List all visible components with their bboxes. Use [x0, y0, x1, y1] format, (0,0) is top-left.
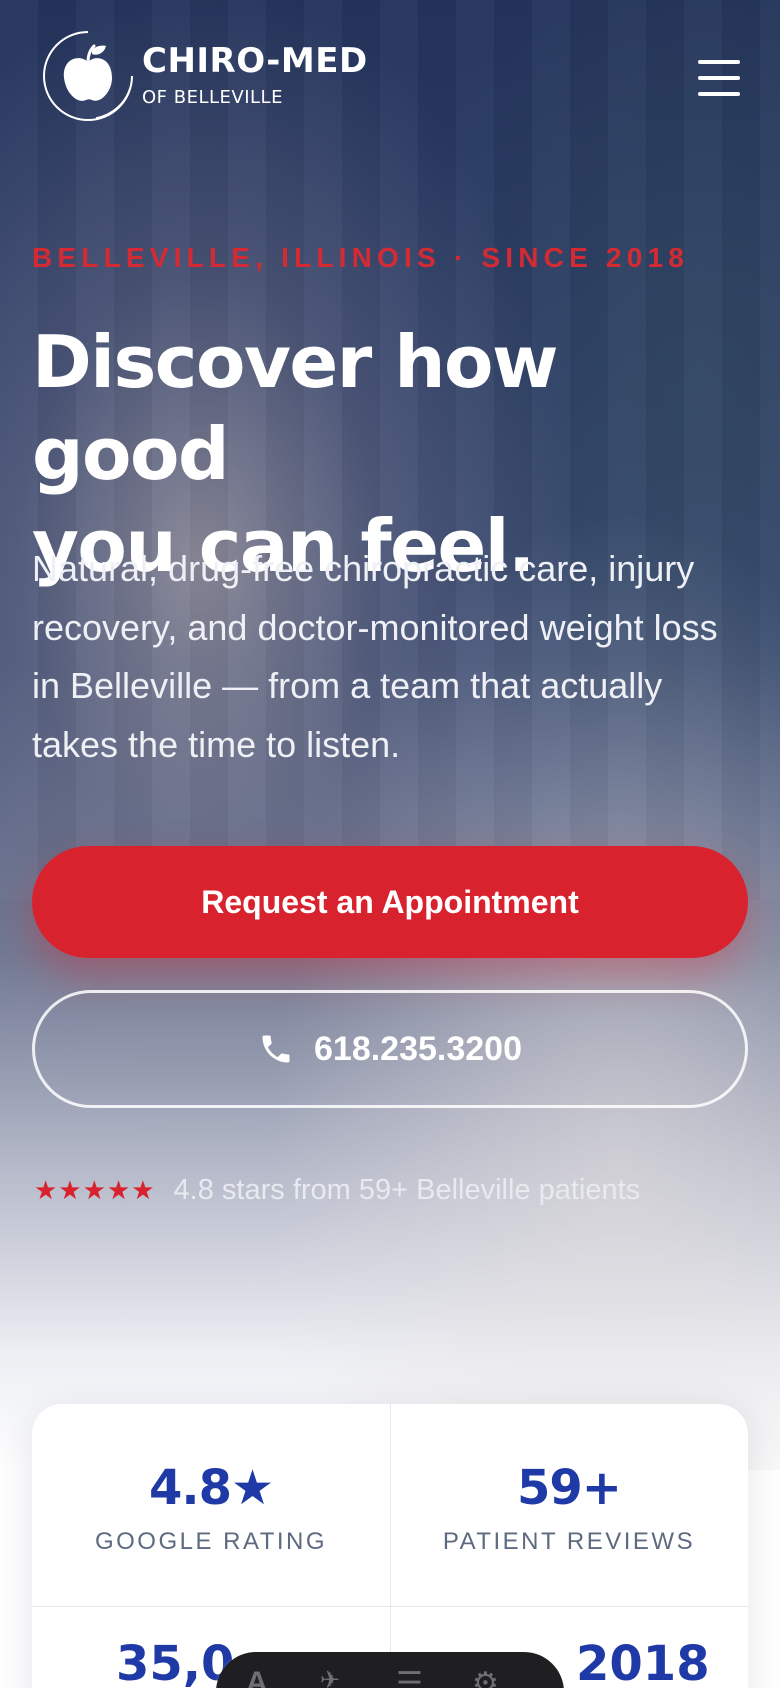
rating-summary: ★★★★★ 4.8 stars from 59+ Belleville pati…	[34, 1174, 640, 1207]
tabs-icon[interactable]: ☰	[396, 1666, 423, 1688]
apple-logo-icon	[40, 28, 136, 124]
logo-title: CHIRO-MED	[142, 41, 368, 81]
request-appointment-label: Request an Appointment	[201, 883, 579, 920]
stats-divider-horizontal	[32, 1606, 748, 1607]
phone-number: 618.235.3200	[314, 1029, 522, 1068]
call-phone-button[interactable]: 618.235.3200	[32, 990, 748, 1108]
request-appointment-button[interactable]: Request an Appointment	[32, 846, 748, 958]
stat-value: 4.8★	[148, 1460, 274, 1516]
stat-label: PATIENT REVIEWS	[442, 1528, 696, 1555]
stat-google-rating: 4.8★ GOOGLE RATING	[32, 1404, 390, 1606]
headline-line-1: Discover how good	[32, 320, 559, 496]
text-size-icon[interactable]: A	[246, 1666, 268, 1688]
phone-icon	[262, 1035, 290, 1063]
stat-patient-reviews: 59+ PATIENT REVIEWS	[390, 1404, 748, 1606]
hero-description: Natural, drug-free chiropractic care, in…	[32, 548, 718, 765]
page: CHIRO-MED OF BELLEVILLE BELLEVILLE, ILLI…	[0, 0, 780, 1688]
star-rating-icon: ★★★★★	[34, 1175, 156, 1205]
stat-value: 59+	[516, 1460, 622, 1516]
logo-subtitle: OF BELLEVILLE	[142, 87, 283, 108]
hamburger-menu-icon[interactable]	[698, 60, 740, 96]
stat-partial-right: 2018	[576, 1636, 710, 1688]
stats-divider-vertical	[390, 1404, 391, 1688]
rating-text: 4.8 stars from 59+ Belleville patients	[173, 1174, 641, 1206]
logo-wordmark: CHIRO-MED OF BELLEVILLE	[142, 42, 368, 110]
hero-eyebrow: BELLEVILLE, ILLINOIS · SINCE 2018	[32, 242, 690, 273]
site-logo[interactable]: CHIRO-MED OF BELLEVILLE	[40, 28, 368, 124]
stats-card: 4.8★ GOOGLE RATING 59+ PATIENT REVIEWS 3…	[32, 1404, 748, 1688]
stat-label: GOOGLE RATING	[94, 1528, 328, 1555]
browser-toolbar[interactable]: A ✈ ☰ ⚙	[216, 1652, 564, 1688]
settings-icon[interactable]: ⚙	[472, 1666, 499, 1688]
share-icon[interactable]: ✈	[320, 1666, 340, 1688]
